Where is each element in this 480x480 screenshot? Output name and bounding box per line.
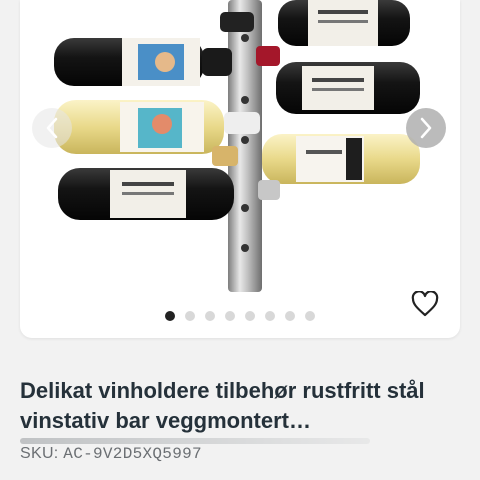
favorite-button[interactable] <box>408 288 442 320</box>
previous-image-button[interactable] <box>32 108 72 148</box>
gallery-dot[interactable] <box>245 311 255 321</box>
gallery-pagination <box>165 310 315 322</box>
gallery-dot[interactable] <box>285 311 295 321</box>
gallery-dot[interactable] <box>305 311 315 321</box>
product-gallery-card <box>20 0 460 338</box>
product-image[interactable] <box>20 0 460 300</box>
sku-label: SKU: <box>20 445 64 462</box>
truncated-text-fade <box>20 438 370 444</box>
gallery-dot[interactable] <box>185 311 195 321</box>
gallery-dot[interactable] <box>225 311 235 321</box>
sku-value: AC-9V2D5XQ5997 <box>63 445 202 463</box>
gallery-dot[interactable] <box>265 311 275 321</box>
next-image-button[interactable] <box>406 108 446 148</box>
gallery-dot[interactable] <box>165 311 175 321</box>
chevron-right-icon <box>420 117 432 139</box>
gallery-dot[interactable] <box>205 311 215 321</box>
product-title: Delikat vinholdere tilbehør rustfritt st… <box>20 378 425 433</box>
chevron-left-icon <box>46 117 58 139</box>
heart-outline-icon <box>411 291 439 317</box>
sku-text: SKU: AC-9V2D5XQ5997 <box>20 445 202 463</box>
